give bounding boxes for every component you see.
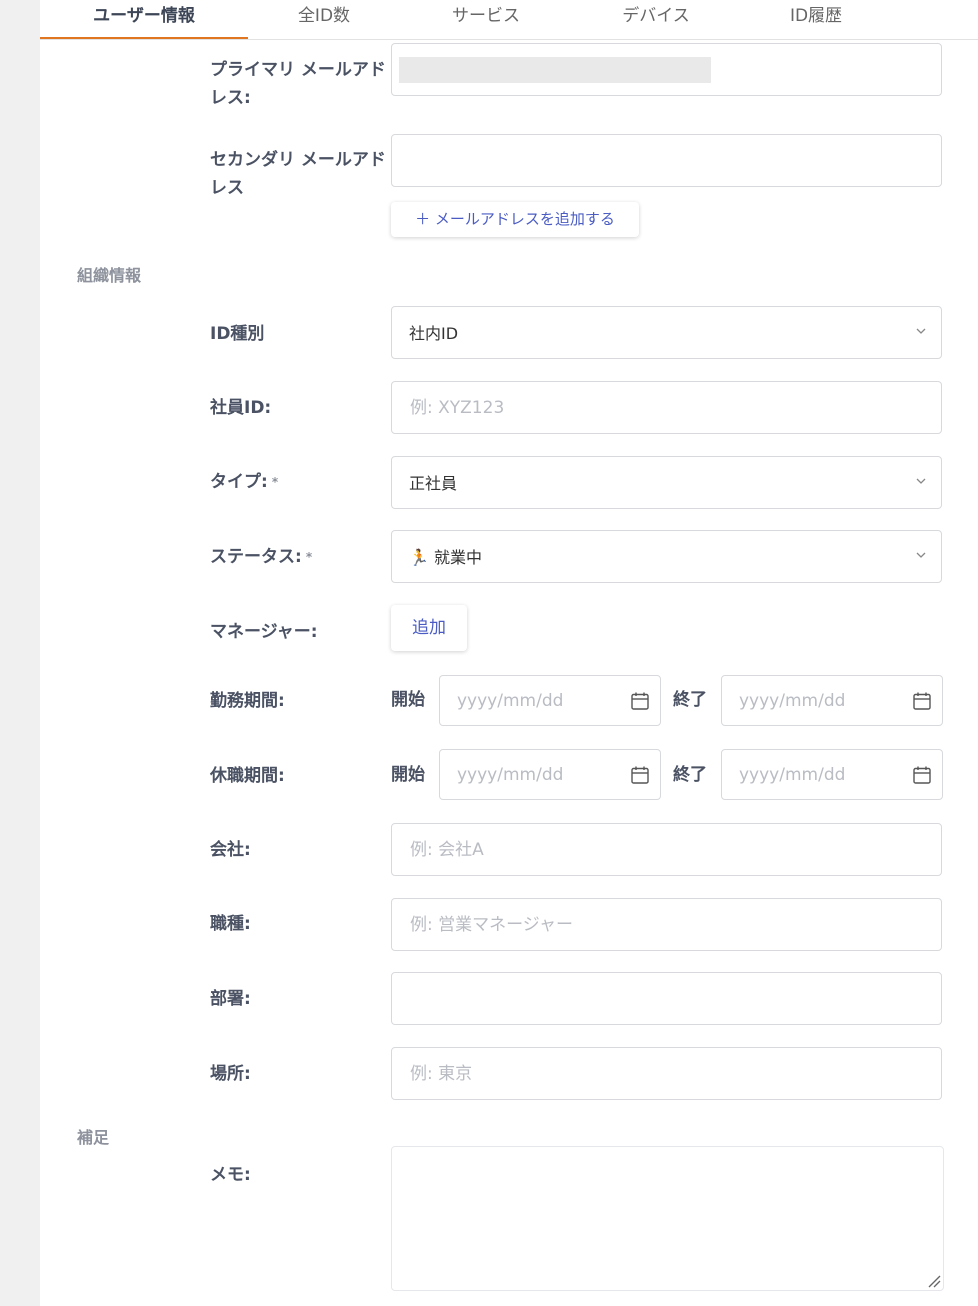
- primary-email-field[interactable]: [391, 43, 942, 96]
- type-select[interactable]: 正社員: [391, 456, 942, 509]
- type-value: 正社員: [409, 474, 458, 493]
- resize-handle-icon[interactable]: [927, 1274, 941, 1288]
- manager-label: マネージャー:: [210, 622, 318, 642]
- job-field[interactable]: [391, 898, 942, 951]
- company-label: 会社:: [210, 840, 251, 860]
- work-period-label: 勤務期間:: [210, 691, 285, 711]
- leave-end-label: 終了: [673, 765, 707, 785]
- type-label-text: タイプ:: [210, 472, 268, 492]
- chevron-down-icon: [916, 552, 926, 558]
- leave-start-date[interactable]: yyyy/mm/dd: [439, 749, 661, 800]
- chevron-down-icon: [916, 478, 926, 484]
- status-label-text: ステータス:: [210, 547, 302, 567]
- calendar-icon[interactable]: [912, 691, 932, 711]
- masked-email-value: [399, 57, 711, 83]
- job-input[interactable]: [392, 899, 941, 950]
- tab-id-history[interactable]: ID履歴: [746, 0, 886, 39]
- id-type-label: ID種別: [210, 324, 265, 344]
- primary-email-label: プライマリ メールアドレス:: [210, 60, 386, 108]
- user-form-panel: ユーザー情報 全ID数 サービス デバイス ID履歴 プライマリ メールアドレス…: [40, 0, 978, 1306]
- leave-end-date[interactable]: yyyy/mm/dd: [721, 749, 943, 800]
- leave-period-label: 休職期間:: [210, 766, 285, 786]
- dept-field[interactable]: [391, 972, 942, 1025]
- work-end-label: 終了: [673, 690, 707, 710]
- required-mark: *: [271, 475, 279, 489]
- status-value-wrap: 🏃 就業中: [409, 531, 482, 584]
- memo-label: メモ:: [210, 1165, 251, 1185]
- runner-icon: 🏃: [409, 548, 429, 567]
- chevron-down-icon: [916, 328, 926, 334]
- work-start-placeholder: yyyy/mm/dd: [457, 691, 564, 711]
- memo-textarea[interactable]: [392, 1147, 943, 1290]
- type-label: タイプ: *: [210, 468, 278, 496]
- status-select[interactable]: 🏃 就業中: [391, 530, 942, 583]
- id-type-select[interactable]: 社内ID: [391, 306, 942, 359]
- leave-start-label: 開始: [391, 765, 425, 785]
- employee-id-input[interactable]: [392, 382, 941, 433]
- section-notes: 補足: [77, 1128, 110, 1147]
- employee-id-field[interactable]: [391, 381, 942, 434]
- location-input[interactable]: [392, 1048, 941, 1099]
- calendar-icon[interactable]: [630, 691, 650, 711]
- calendar-icon[interactable]: [912, 765, 932, 785]
- job-label: 職種:: [210, 914, 251, 934]
- memo-field[interactable]: [391, 1146, 944, 1291]
- work-start-label: 開始: [391, 690, 425, 710]
- leave-end-placeholder: yyyy/mm/dd: [739, 765, 846, 785]
- company-input[interactable]: [392, 824, 941, 875]
- status-label: ステータス: *: [210, 543, 312, 571]
- section-org-info: 組織情報: [77, 266, 142, 285]
- leave-start-placeholder: yyyy/mm/dd: [457, 765, 564, 785]
- dept-input[interactable]: [392, 973, 941, 1024]
- tab-all-ids[interactable]: 全ID数: [254, 0, 394, 39]
- company-field[interactable]: [391, 823, 942, 876]
- tab-bar: ユーザー情報 全ID数 サービス デバイス ID履歴: [40, 0, 978, 40]
- dept-label: 部署:: [210, 989, 251, 1009]
- calendar-icon[interactable]: [630, 765, 650, 785]
- secondary-email-input[interactable]: [392, 135, 941, 186]
- location-label: 場所:: [210, 1064, 251, 1084]
- location-field[interactable]: [391, 1047, 942, 1100]
- employee-id-label: 社員ID:: [210, 398, 272, 418]
- secondary-email-field[interactable]: [391, 134, 942, 187]
- add-manager-button[interactable]: 追加: [391, 605, 467, 651]
- work-end-date[interactable]: yyyy/mm/dd: [721, 675, 943, 726]
- tab-services[interactable]: サービス: [416, 0, 556, 39]
- required-mark: *: [305, 550, 313, 564]
- id-type-value: 社内ID: [409, 324, 459, 343]
- status-value: 就業中: [434, 548, 483, 567]
- tab-user-info[interactable]: ユーザー情報: [40, 0, 248, 39]
- secondary-email-label: セカンダリ メールアドレス: [210, 150, 386, 198]
- tab-devices[interactable]: デバイス: [586, 0, 726, 39]
- active-tab-indicator: [40, 37, 248, 39]
- add-email-button[interactable]: ＋ メールアドレスを追加する: [391, 202, 639, 237]
- work-start-date[interactable]: yyyy/mm/dd: [439, 675, 661, 726]
- work-end-placeholder: yyyy/mm/dd: [739, 691, 846, 711]
